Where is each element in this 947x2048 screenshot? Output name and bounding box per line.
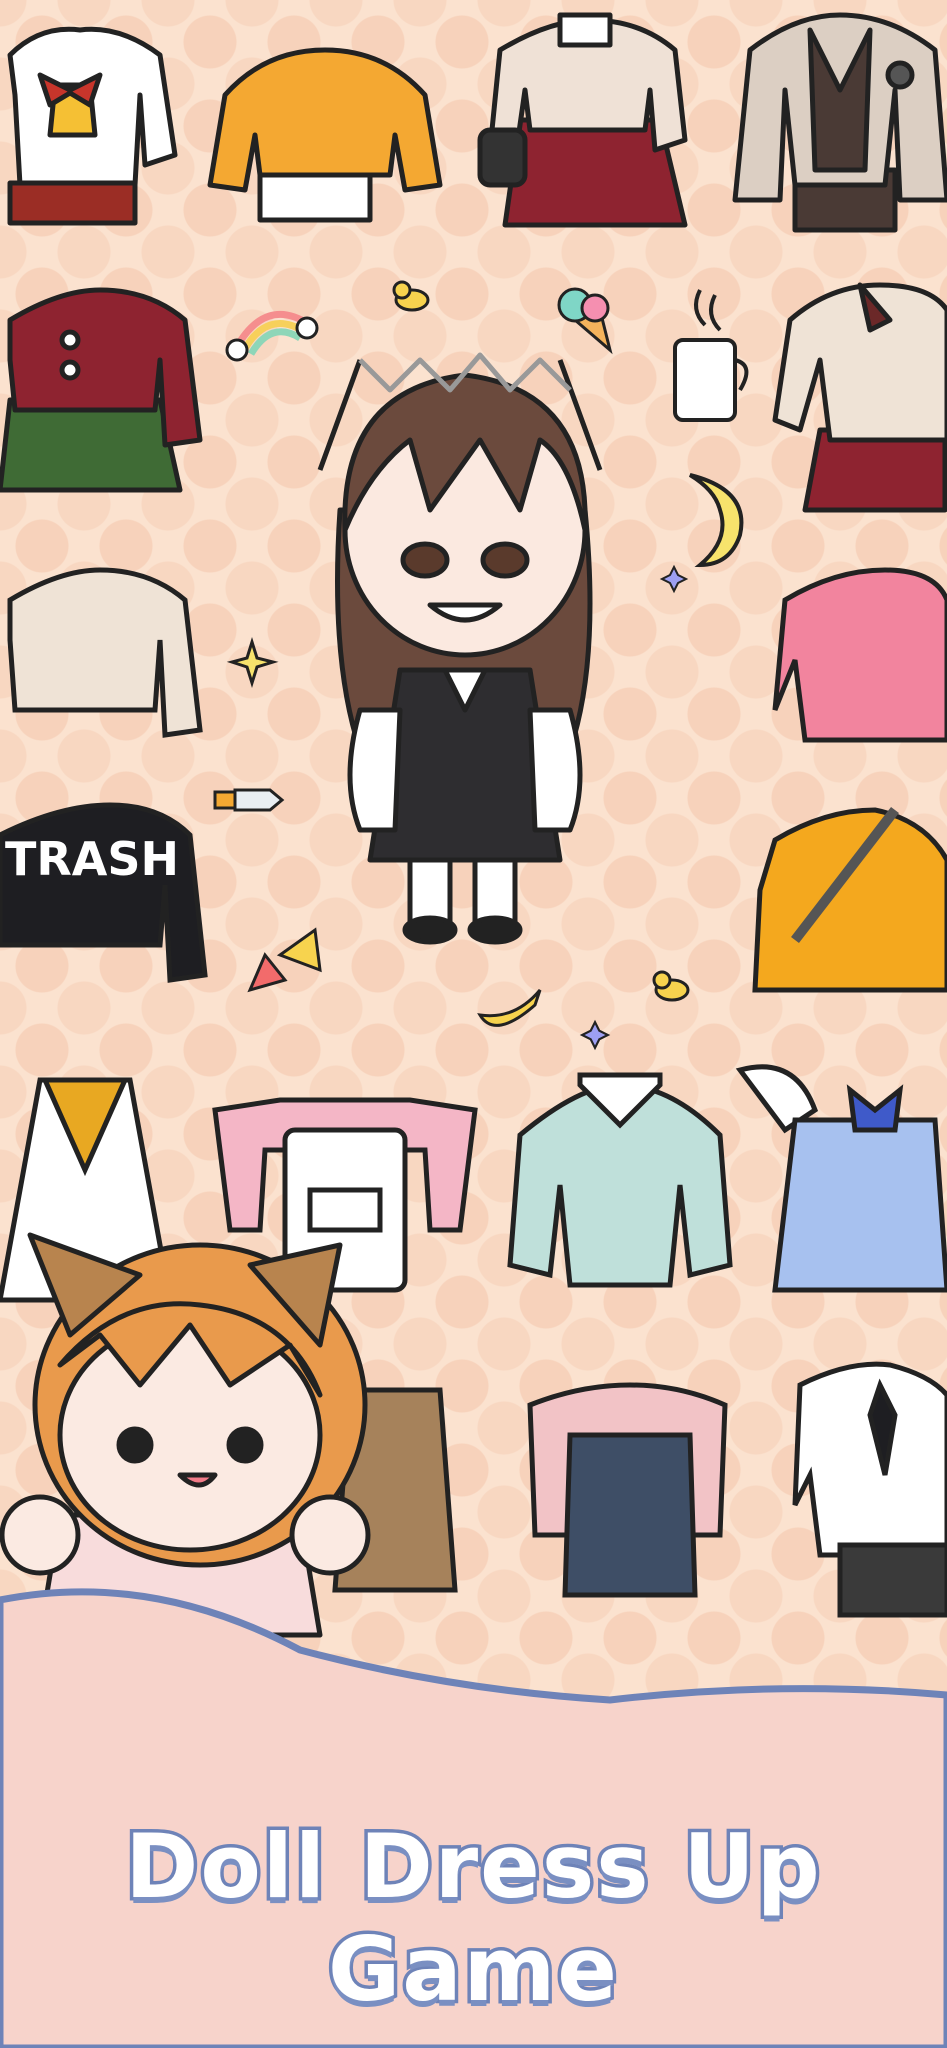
sparkle-icon <box>226 636 279 689</box>
red-sweater-green-skirt-outfit[interactable] <box>0 280 205 500</box>
promo-screen: TRASH Doll Dress Up Game <box>0 0 947 2048</box>
moon-icon <box>670 470 750 570</box>
coffee-mug-icon <box>670 289 755 430</box>
game-title: Doll Dress Up Game <box>122 1812 823 2025</box>
yellow-raincoat-outfit[interactable] <box>745 800 947 1000</box>
yellow-sweater-outfit[interactable] <box>205 35 445 225</box>
bell-sweater-outfit[interactable] <box>0 15 180 226</box>
beige-sweater-red-skirt-outfit[interactable] <box>477 10 695 235</box>
main-doll-character[interactable] <box>300 330 630 945</box>
navy-overall-outfit[interactable] <box>520 1375 735 1605</box>
mint-coat-outfit[interactable] <box>500 1065 740 1305</box>
blue-sailor-dress-outfit[interactable] <box>735 1050 947 1310</box>
duck-icon <box>650 970 690 1002</box>
cat-ear-girl-character[interactable] <box>0 1215 371 1638</box>
sparkle-icon <box>659 564 689 594</box>
black-trash-sweater[interactable]: TRASH <box>0 795 210 995</box>
cardigan-uniform-outfit[interactable] <box>732 0 947 235</box>
sword-icon <box>210 780 285 820</box>
pink-sweater[interactable] <box>765 560 947 755</box>
svg-text:TRASH: TRASH <box>5 832 179 886</box>
duck-icon <box>390 280 430 312</box>
triangle-icon <box>245 925 325 995</box>
banana-icon <box>475 985 545 1040</box>
sparkle-icon <box>579 1019 611 1051</box>
knit-cardigan-skirt-outfit[interactable] <box>770 270 947 520</box>
cream-knit-sweater[interactable] <box>0 560 205 755</box>
